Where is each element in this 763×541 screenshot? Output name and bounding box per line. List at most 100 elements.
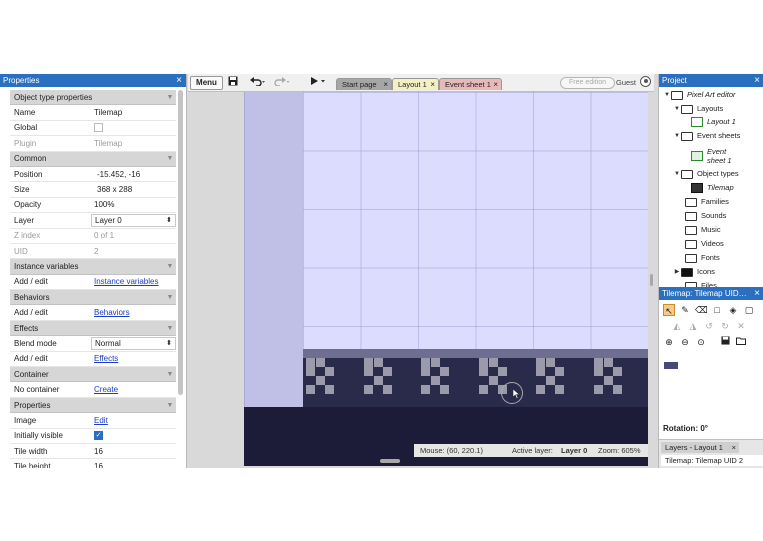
layout-grid-area[interactable] <box>303 92 648 349</box>
select-arrows-icon[interactable]: ⬍ <box>166 339 172 347</box>
property-value[interactable] <box>91 123 176 133</box>
user-avatar-icon[interactable] <box>640 76 651 87</box>
property-value[interactable]: 16 <box>91 462 176 468</box>
project-tree-item-pixel-art-editor[interactable]: ▼ Pixel Art editor <box>663 89 736 101</box>
link-instance-variables[interactable]: Instance variables <box>94 277 158 286</box>
tilemap-close-icon[interactable]: × <box>754 287 760 300</box>
property-value[interactable]: Tilemap <box>91 108 176 117</box>
tab-start-page[interactable]: Start page × <box>336 78 392 90</box>
rotate-cw-icon[interactable]: ↻ <box>719 320 731 332</box>
project-tree-item-event-sheets[interactable]: ▼ Event sheets <box>673 130 740 142</box>
section-instance-variables[interactable]: Instance variables ▼ <box>10 259 176 275</box>
zoom-out-icon[interactable]: ⊖ <box>679 336 691 348</box>
free-edition-badge[interactable]: Free edition <box>560 77 615 89</box>
project-tree-item-fonts[interactable]: Fonts <box>677 252 720 264</box>
select-blend-mode[interactable]: Normal ⬍ <box>91 336 176 350</box>
user-name[interactable]: Guest <box>616 78 636 87</box>
chevron-down-icon[interactable]: ▼ <box>673 130 681 142</box>
tab-event-sheet-1[interactable]: Event sheet 1 × <box>439 78 502 90</box>
tab-tilemap-uid-2[interactable]: Tilemap: Tilemap UID 2 <box>661 455 763 466</box>
menu-button[interactable]: Menu <box>190 76 223 90</box>
tab-event-sheet-1-close-icon[interactable]: × <box>493 79 498 91</box>
flip-icon[interactable]: ◮ <box>687 320 699 332</box>
property-value[interactable]: Edit <box>91 416 176 425</box>
properties-close-icon[interactable]: × <box>176 74 182 87</box>
tab-layout-1[interactable]: Layout 1 × <box>392 78 439 90</box>
link-create[interactable]: Create <box>94 385 118 394</box>
project-tree-item-object-types[interactable]: ▼ Object types <box>673 168 739 180</box>
project-tree-item-families[interactable]: Families <box>677 196 729 208</box>
tab-layers-close-icon[interactable]: × <box>732 442 736 453</box>
project-tree-item-videos[interactable]: Videos <box>677 238 724 250</box>
zoom-in-icon[interactable]: ⊕ <box>663 336 675 348</box>
open-folder-icon[interactable] <box>735 336 747 348</box>
select-arrows-icon[interactable]: ⬍ <box>166 216 172 224</box>
link-behaviors[interactable]: Behaviors <box>94 308 130 317</box>
property-value[interactable]: Instance variables <box>91 277 176 286</box>
property-value[interactable]: 100% <box>91 200 176 209</box>
layout-canvas[interactable]: Mouse: (60, 220.1) Active layer: Layer 0… <box>188 92 648 466</box>
canvas-vertical-scrollbar[interactable] <box>650 274 653 286</box>
section-container[interactable]: Container ▼ <box>10 367 176 383</box>
collapse-chevron-icon[interactable]: ▼ <box>164 94 176 101</box>
collapse-chevron-icon[interactable]: ▼ <box>164 402 176 409</box>
checkbox-initially-visible[interactable]: ✓ <box>94 431 103 441</box>
collapse-chevron-icon[interactable]: ▼ <box>164 325 176 332</box>
project-tree-item-layout-1[interactable]: Layout 1 <box>683 116 736 128</box>
project-tree-item-files[interactable]: Files <box>677 280 717 287</box>
tab-layers-layout-1[interactable]: Layers - Layout 1 × <box>661 442 739 453</box>
tab-layout-1-label: Layout 1 <box>398 80 427 89</box>
select-layer[interactable]: Layer 0 ⬍ <box>91 213 176 227</box>
save-tiles-icon[interactable] <box>719 336 731 348</box>
square-select-icon[interactable]: ▢ <box>743 304 755 316</box>
eraser-tool-icon[interactable]: ⌫ <box>695 304 708 316</box>
collapse-chevron-icon[interactable]: ▼ <box>164 155 176 162</box>
redo-icon[interactable] <box>274 76 290 88</box>
section-effects[interactable]: Effects ▼ <box>10 320 176 337</box>
property-value[interactable]: -15.452, -16 <box>91 170 176 179</box>
project-close-icon[interactable]: × <box>754 74 760 87</box>
link-effects[interactable]: Effects <box>94 354 118 363</box>
tab-layout-1-close-icon[interactable]: × <box>430 79 435 91</box>
canvas-horizontal-scrollbar[interactable] <box>380 459 400 463</box>
chevron-down-icon[interactable]: ▼ <box>673 168 681 180</box>
undo-icon[interactable] <box>250 76 266 88</box>
section-object-type-properties[interactable]: Object type properties ▼ <box>10 90 176 106</box>
fill-tool-icon[interactable]: ◈ <box>727 304 739 316</box>
property-value[interactable]: ✓ <box>91 431 176 441</box>
section-properties[interactable]: Properties ▼ <box>10 397 176 414</box>
tab-start-page-close-icon[interactable]: × <box>383 79 388 91</box>
collapse-chevron-icon[interactable]: ▼ <box>164 263 176 270</box>
project-tree-item-tilemap[interactable]: Tilemap <box>683 182 734 194</box>
property-value[interactable]: Effects <box>91 354 176 363</box>
property-value[interactable]: 368 x 288 <box>91 185 176 194</box>
play-icon[interactable] <box>310 76 326 88</box>
chevron-down-icon[interactable]: ▼ <box>673 103 681 115</box>
property-value[interactable]: Create <box>91 385 176 394</box>
save-icon[interactable] <box>228 76 238 88</box>
property-value[interactable]: 16 <box>91 447 176 456</box>
collapse-chevron-icon[interactable]: ▼ <box>164 371 176 378</box>
rotate-ccw-icon[interactable]: ↺ <box>703 320 715 332</box>
properties-scrollbar[interactable] <box>178 90 183 395</box>
checkbox-global[interactable] <box>94 123 103 133</box>
project-tree-item-event[interactable]: Event sheet 1 <box>683 146 732 166</box>
section-common[interactable]: Common ▼ <box>10 151 176 167</box>
property-value[interactable]: Behaviors <box>91 308 176 317</box>
chevron-right-icon[interactable]: ▶ <box>673 266 681 278</box>
project-tree-item-music[interactable]: Music <box>677 224 721 236</box>
pencil-tool-icon[interactable]: ✎ <box>679 304 691 316</box>
section-behaviors[interactable]: Behaviors ▼ <box>10 290 176 306</box>
project-tree-item-sounds[interactable]: Sounds <box>677 210 726 222</box>
project-tree-item-icons[interactable]: ▶ Icons <box>673 266 715 278</box>
link-edit[interactable]: Edit <box>94 416 108 425</box>
chevron-down-icon[interactable]: ▼ <box>663 89 671 101</box>
rectangle-tool-icon[interactable]: □ <box>711 304 723 316</box>
pointer-tool-icon[interactable]: ↖ <box>663 304 675 316</box>
zoom-reset-icon[interactable]: ⊙ <box>695 336 707 348</box>
mirror-icon[interactable]: ◭ <box>671 320 683 332</box>
project-tree-item-layouts[interactable]: ▼ Layouts <box>673 103 723 115</box>
tileset-preview[interactable] <box>664 362 678 369</box>
collapse-chevron-icon[interactable]: ▼ <box>164 294 176 301</box>
clear-icon[interactable]: ✕ <box>735 320 747 332</box>
